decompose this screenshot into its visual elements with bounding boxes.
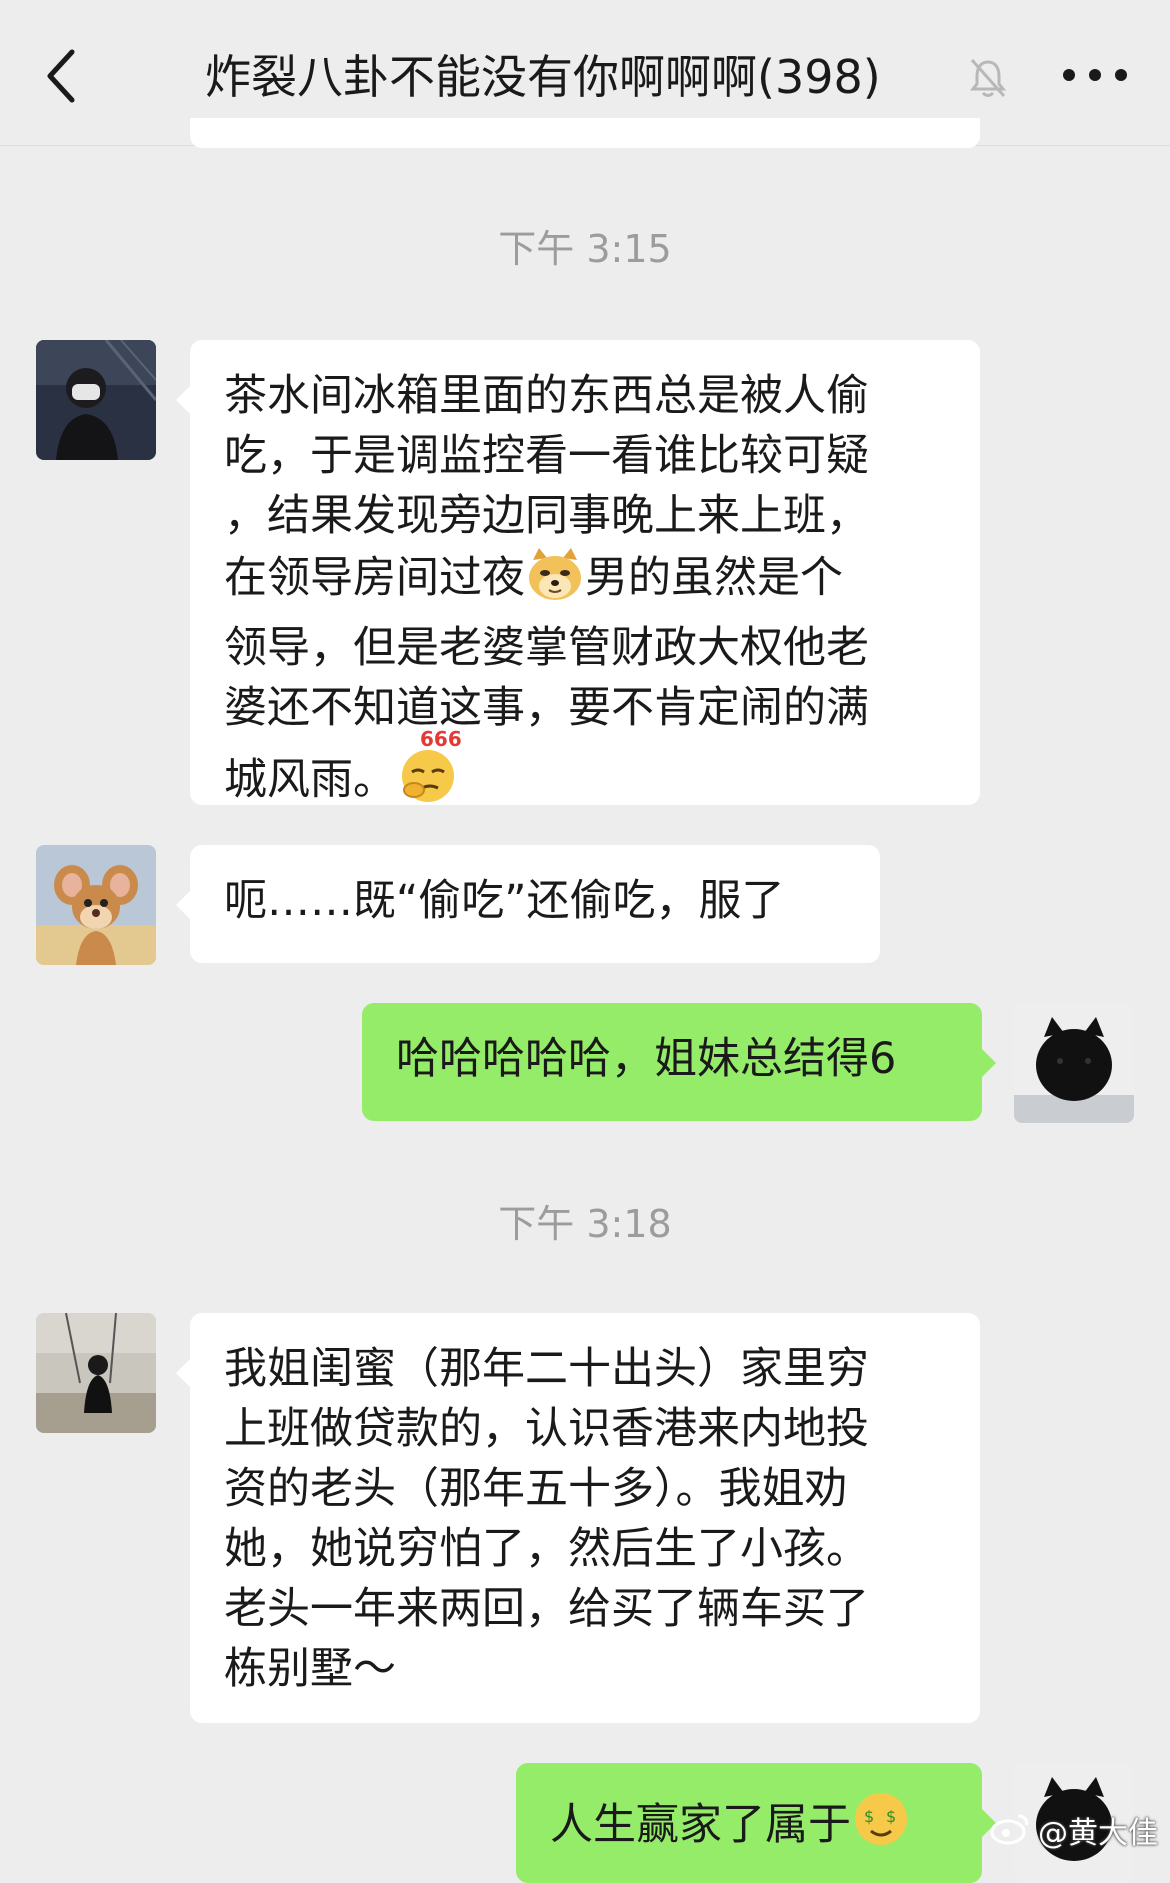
previous-message-edge [190,118,980,148]
mute-bell-icon [968,56,1008,100]
back-button[interactable] [38,38,108,118]
message-line: 城风雨。 666 [224,728,944,820]
message-line: 在领导房间过夜 男的虽然是个 [224,546,944,618]
message-line: 我姐闺蜜（那年二十出头）家里穷 [224,1344,869,1394]
avatar-swing-person[interactable] [36,1313,156,1433]
message-line: ，结果发现旁边同事晚上来上班， [224,491,869,541]
avatar-masked-person[interactable] [36,340,156,460]
timestamp: 下午 3:18 [498,1202,672,1246]
message-bubble[interactable]: 呃……既“偷吃”还偷吃，服了 [176,845,880,963]
message-text: 呃……既“偷吃”还偷吃，服了 [224,876,785,926]
message-line: 吃，于是调监控看一看谁比较可疑 [224,431,869,481]
message-bubble-sent[interactable]: 哈哈哈哈哈，姐妹总结得6 [362,1003,996,1121]
svg-text:$: $ [864,1807,874,1826]
doge-emoji-icon [525,546,585,618]
avatar-black-cat[interactable] [1014,1003,1134,1123]
chat-title: 炸裂八卦不能没有你啊啊啊(398) [205,50,881,104]
avatar-cartoon-mouse[interactable] [36,845,156,965]
666-badge: 666 [420,727,462,751]
message-text: 男的虽然是个 [585,553,843,603]
weibo-logo-icon [990,1812,1030,1846]
timestamp: 下午 3:15 [498,227,672,271]
message-line: 上班做贷款的，认识香港来内地投 [224,1404,869,1454]
666-thinking-emoji-icon: 666 [396,728,466,820]
message-text: 在领导房间过夜 [224,553,525,603]
message-line: 婆还不知道这事，要不肯定闹的满 [224,683,869,733]
chevron-left-icon [47,49,75,103]
watermark-text: @黄大佳 [1038,1816,1158,1851]
message-line: 栋别墅～ [224,1644,396,1694]
message-line: 她，她说穷怕了，然后生了小孩。 [224,1524,869,1574]
message-bubble[interactable]: 我姐闺蜜（那年二十出头）家里穷 上班做贷款的，认识香港来内地投 资的老头（那年五… [176,1313,980,1723]
message-line: 人生赢家了属于 $ $ [550,1789,946,1865]
message-text: 城风雨。 [224,755,396,805]
message-text: 哈哈哈哈哈，姐妹总结得6 [396,1034,897,1084]
message-line: 资的老头（那年五十多）。我姐劝 [224,1464,848,1514]
message-line: 茶水间冰箱里面的东西总是被人偷 [224,371,869,421]
message-line: 老头一年来两回，给买了辆车买了 [224,1584,869,1634]
more-dots-icon [1063,69,1127,81]
more-options-button[interactable] [1055,50,1135,100]
message-text: 人生赢家了属于 [550,1800,851,1850]
message-line: 领导，但是老婆掌管财政大权他老 [224,623,869,673]
message-bubble[interactable]: 茶水间冰箱里面的东西总是被人偷 吃，于是调监控看一看谁比较可疑 ，结果发现旁边同… [176,340,980,805]
money-eyes-emoji-icon: $ $ [851,1789,911,1865]
svg-text:$: $ [886,1807,896,1826]
message-bubble-sent[interactable]: 人生赢家了属于 $ $ [516,1763,996,1883]
